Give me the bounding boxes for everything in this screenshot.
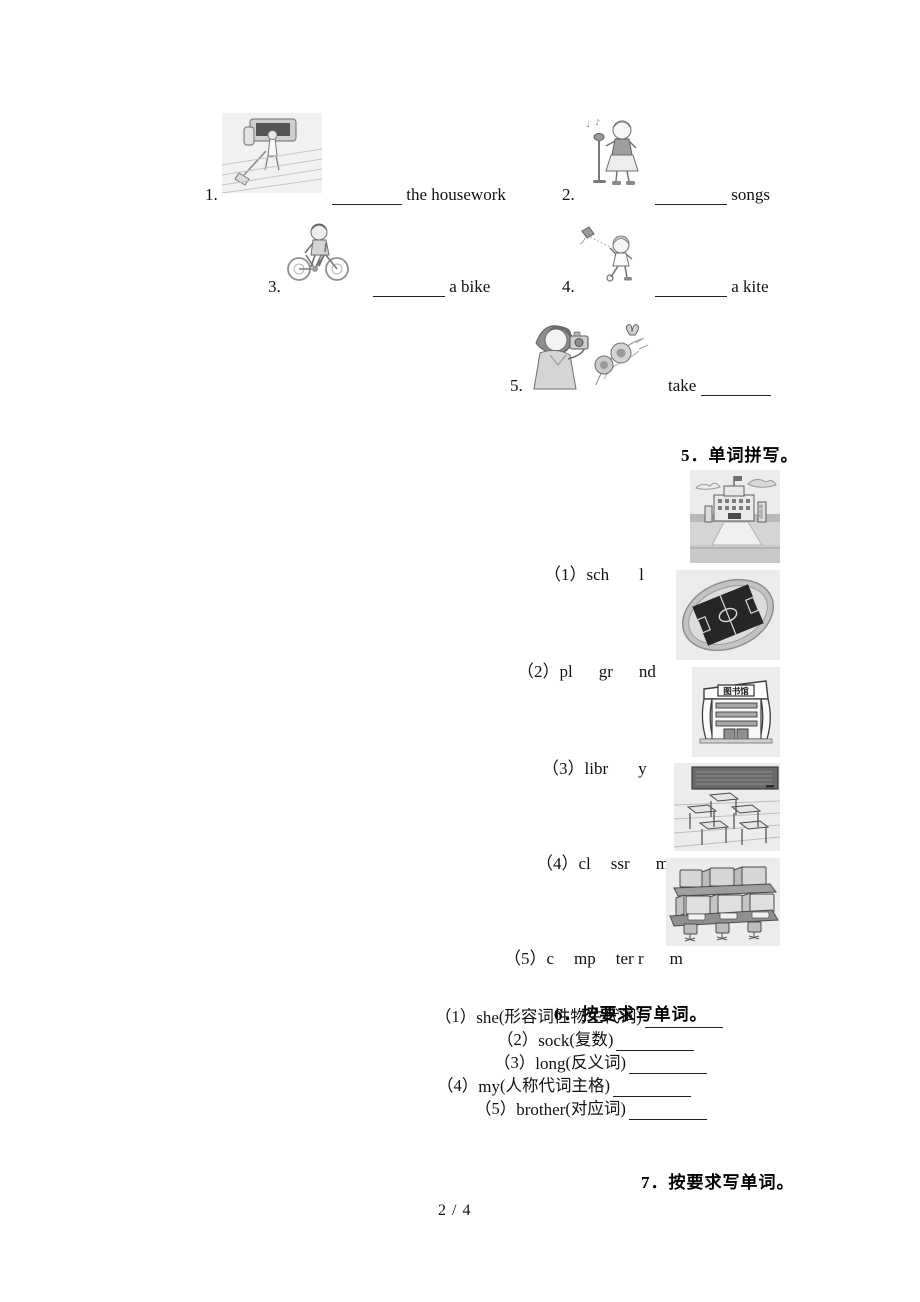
exercise5-item-2-part-3: nd: [638, 662, 656, 681]
exercise6-item-2-word: sock: [538, 1031, 570, 1050]
exercise5-item-2-part-2: gr: [598, 662, 613, 681]
exercise4-item-3-text: a bike: [445, 277, 491, 296]
exercise6-item-1-number: （1）: [435, 1007, 477, 1026]
exercise6-item-5-hint: (对应词): [565, 1099, 626, 1118]
school-building-picture: 欢迎您: [690, 470, 780, 563]
exercise4-item-4-blank[interactable]: [655, 282, 727, 297]
exercise6-item-4-number: （4）: [437, 1076, 479, 1095]
page-number: 2 / 4: [438, 1202, 472, 1219]
exercise4-item-1-number: 1.: [205, 185, 218, 204]
exercise4-item-5-blank[interactable]: [700, 381, 771, 396]
exercise4-item-3-number: 3.: [268, 277, 281, 296]
computer-room-picture: [666, 858, 780, 946]
exercise4-item-4-number: 4.: [562, 277, 575, 296]
girl-flying-kite-picture: [572, 226, 648, 284]
svg-text:您: 您: [759, 513, 763, 519]
exercise6-item-2-hint: (复数): [569, 1030, 614, 1049]
exercise5-item-4-part-2: ssr: [610, 854, 630, 873]
exercise6-item-4-blank[interactable]: [612, 1082, 691, 1097]
exercise6-item-1[interactable]: （1） she (形容词性物主代词): [435, 1006, 723, 1028]
exercise6-item-2[interactable]: （2） sock (复数): [497, 1029, 695, 1051]
exercise6-item-3-word: long: [535, 1054, 566, 1073]
library-sign-text: 图书馆: [723, 686, 749, 697]
exercise6-item-3[interactable]: （3） long (反义词): [494, 1052, 707, 1074]
exercise6-item-4[interactable]: （4） my (人称代词主格): [437, 1075, 691, 1097]
girl-singing-microphone-picture: ♩ ♪: [582, 113, 652, 193]
worksheet-page: 1. the housework ♩ ♪ 2. songs 3. a bike …: [0, 0, 920, 1302]
exercise5-item-3-part-2: y: [638, 759, 647, 778]
exercise5-item-5-part-3: ter r: [615, 949, 644, 968]
exercise4-item-2-answer[interactable]: songs: [655, 185, 770, 205]
exercise5-item-5[interactable]: （5）c mp ter r m: [487, 929, 683, 989]
exercise7-heading: 7．按要求写单词。: [641, 1173, 795, 1192]
exercise6-item-2-number: （2）: [497, 1030, 539, 1049]
classroom-desks-picture: [674, 763, 780, 851]
library-building-picture: 图书馆: [692, 667, 780, 757]
exercise5-item-4[interactable]: （4）cl ssr m: [519, 834, 669, 894]
svg-text:♩: ♩: [586, 120, 590, 130]
exercise5-item-1-number: （1）: [544, 565, 587, 584]
exercise4-item-1-blank[interactable]: [332, 190, 402, 205]
playground-field-picture: [676, 570, 780, 660]
exercise4-item-2-blank[interactable]: [655, 190, 727, 205]
exercise5-item-3-part-1: libr: [584, 759, 609, 778]
exercise4-item-2-number: 2.: [562, 185, 575, 204]
exercise6-item-5-blank[interactable]: [628, 1105, 707, 1120]
svg-text:♪: ♪: [595, 118, 600, 127]
exercise6-item-3-number: （3）: [494, 1053, 536, 1072]
exercise5-item-2-part-1: pl: [559, 662, 573, 681]
exercise4-item-3-blank[interactable]: [373, 282, 445, 297]
exercise6-item-2-blank[interactable]: [616, 1036, 695, 1051]
exercise5-item-1-part-2: l: [639, 565, 644, 584]
exercise6-item-1-hint: (形容词性物主代词): [498, 1007, 642, 1026]
girl-doing-housework-picture: [222, 113, 322, 193]
exercise4-item-1-text: the housework: [402, 185, 506, 204]
exercise6-item-3-hint: (反义词): [565, 1053, 626, 1072]
exercise6-item-5-number: （5）: [475, 1099, 517, 1118]
exercise5-item-2-number: （2）: [517, 662, 560, 681]
boy-riding-bike-picture: [284, 222, 356, 284]
exercise5-item-3-number: （3）: [542, 759, 585, 778]
exercise6-item-4-hint: (人称代词主格): [499, 1076, 610, 1095]
exercise4-item-2-text: songs: [727, 185, 770, 204]
exercise5-item-2[interactable]: （2）pl gr nd: [500, 642, 656, 702]
exercise6-item-4-word: my: [478, 1077, 500, 1096]
exercise5-item-3[interactable]: （3）libr y: [525, 739, 647, 799]
exercise6-item-5[interactable]: （5） brother (对应词): [475, 1098, 707, 1120]
exercise4-item-4-answer[interactable]: a kite: [655, 277, 769, 297]
exercise5-item-1-part-1: sch: [586, 565, 610, 584]
exercise4-item-4-text: a kite: [727, 277, 769, 296]
exercise4-item-5-text-before: take: [668, 376, 701, 395]
exercise6-item-5-word: brother: [516, 1100, 566, 1119]
exercise5-item-5-number: （5）: [504, 949, 547, 968]
exercise5-item-5-part-4: m: [669, 949, 683, 968]
exercise4-item-5-number: 5.: [510, 376, 523, 395]
exercise4-item-1-answer[interactable]: the housework: [332, 185, 506, 205]
exercise4-item-5-answer[interactable]: take: [668, 376, 771, 396]
exercise6-item-1-blank[interactable]: [644, 1013, 723, 1028]
exercise4-item-3-answer[interactable]: a bike: [373, 277, 490, 297]
exercise6-item-1-word: she: [476, 1008, 499, 1027]
exercise5-item-5-part-2: mp: [574, 949, 596, 968]
woman-taking-photo-flowers-picture: [518, 313, 658, 391]
exercise5-item-4-number: （4）: [536, 854, 579, 873]
exercise5-item-5-part-1: c: [546, 949, 555, 968]
exercise6-item-3-blank[interactable]: [628, 1059, 707, 1074]
exercise5-item-4-part-1: cl: [578, 854, 591, 873]
exercise5-item-1[interactable]: （1）sch l: [527, 545, 644, 605]
